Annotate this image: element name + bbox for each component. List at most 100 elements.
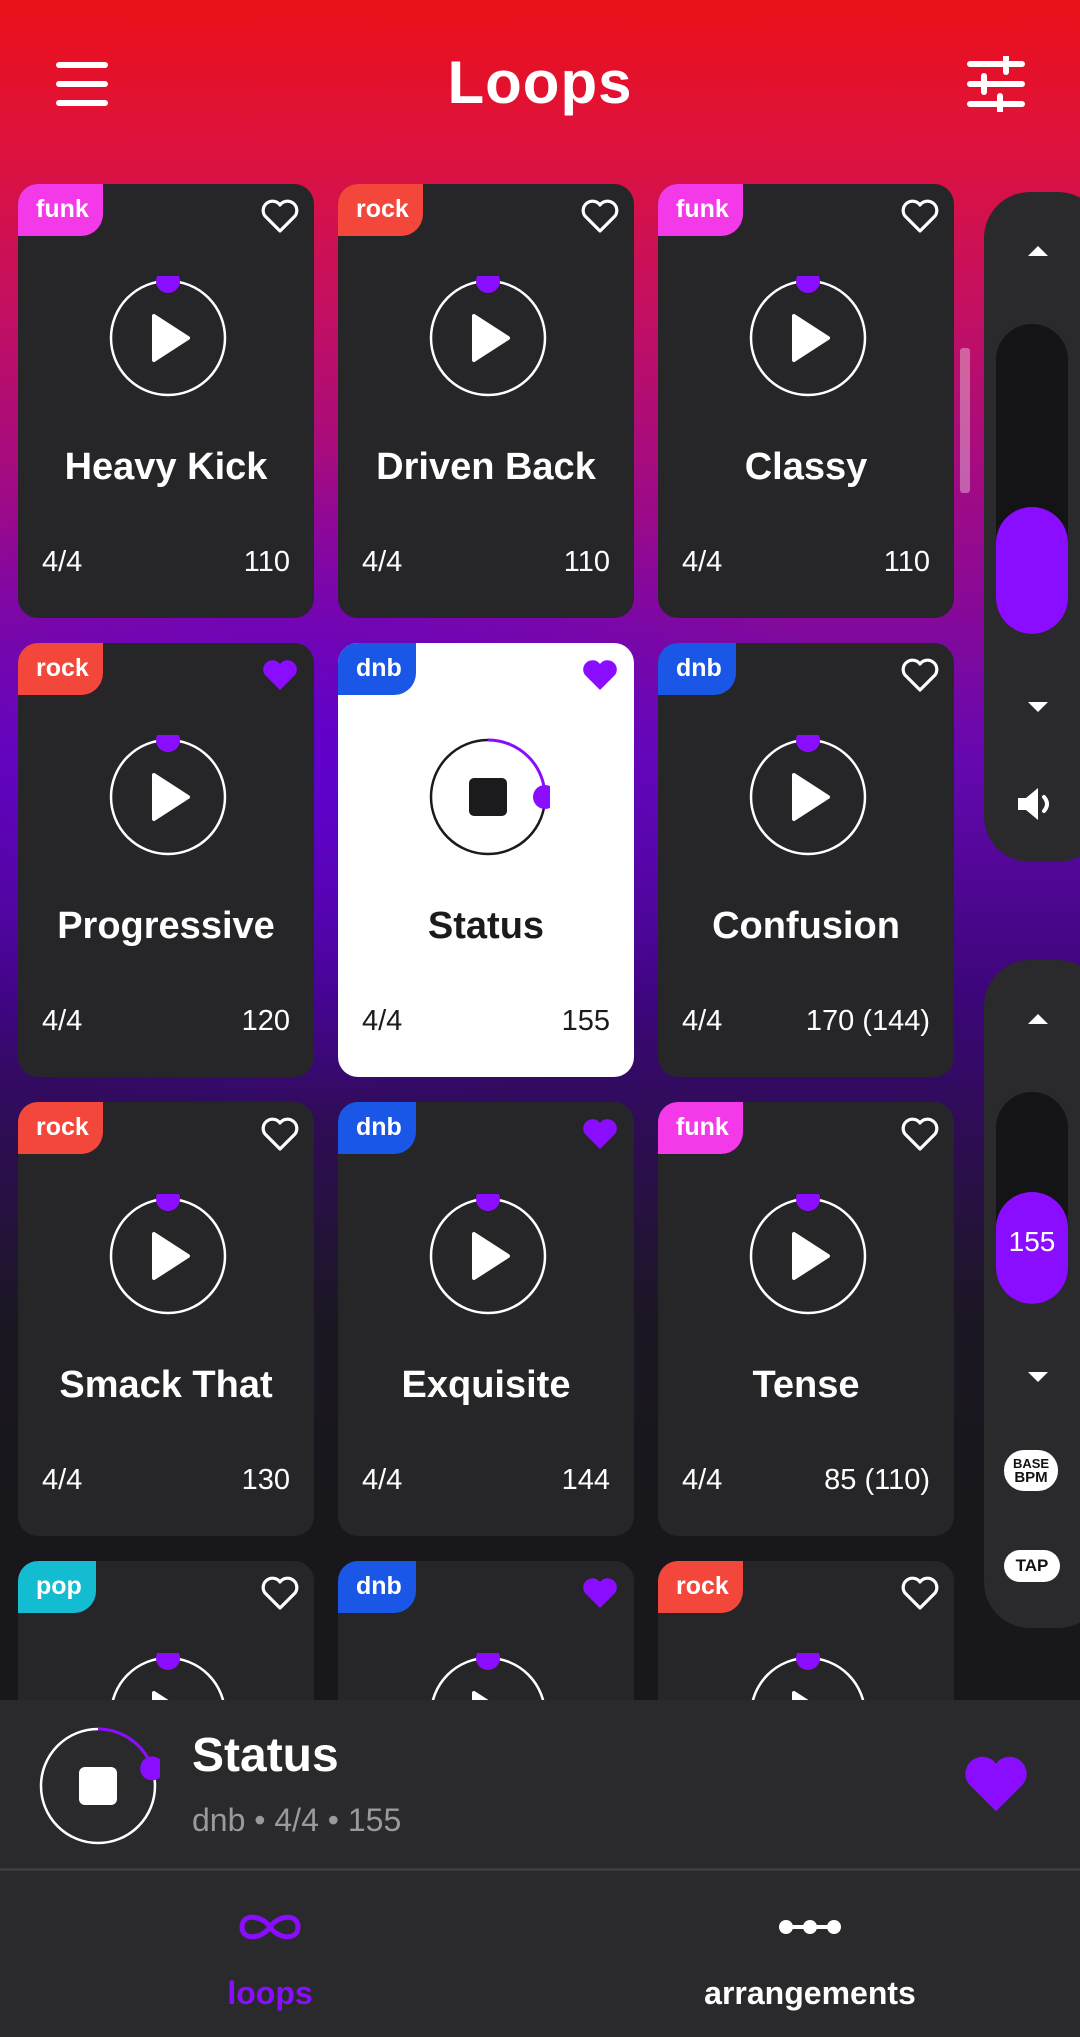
play-button[interactable] xyxy=(746,735,870,859)
infinity-icon xyxy=(239,1914,301,1940)
loop-bpm: 155 xyxy=(561,1005,610,1037)
speaker-icon[interactable] xyxy=(1014,784,1060,824)
loop-card[interactable]: funk Heavy Kick 4/4 110 xyxy=(18,184,314,618)
genre-badge: funk xyxy=(18,184,103,236)
loop-bpm: 130 xyxy=(241,1464,290,1496)
genre-badge: pop xyxy=(18,1561,96,1613)
play-button[interactable] xyxy=(106,1653,230,1700)
base-bpm-button[interactable]: BASE BPM xyxy=(1004,1450,1058,1491)
loop-title: Classy xyxy=(744,446,868,488)
sliders-filter-icon[interactable] xyxy=(966,56,1026,112)
tap-tempo-button[interactable]: TAP xyxy=(1004,1550,1060,1582)
loop-card[interactable]: funk Tense 4/4 85 (110) xyxy=(658,1102,954,1536)
heart-outline-icon[interactable] xyxy=(900,1573,940,1613)
volume-slider-fill xyxy=(996,506,1068,634)
tempo-value: 155 xyxy=(1008,1226,1056,1257)
play-button[interactable] xyxy=(106,735,230,859)
stop-button[interactable] xyxy=(36,1724,160,1848)
heart-filled-icon[interactable] xyxy=(580,655,620,695)
loop-time-signature: 4/4 xyxy=(362,546,403,578)
play-icon xyxy=(152,314,190,362)
loop-card[interactable]: dnb Confusion 4/4 170 (144) xyxy=(658,643,954,1077)
caret-down-icon[interactable] xyxy=(1018,694,1058,718)
genre-badge: dnb xyxy=(658,643,736,695)
loop-title: Driven Back xyxy=(376,446,596,488)
tab-arrangements[interactable]: arrangements xyxy=(540,1871,1080,2037)
genre-badge: dnb xyxy=(338,643,416,695)
heart-outline-icon[interactable] xyxy=(900,1114,940,1154)
play-icon xyxy=(472,1691,489,1700)
genre-badge: funk xyxy=(658,1102,743,1154)
heart-outline-icon[interactable] xyxy=(260,1573,300,1613)
tab-loops-label: loops xyxy=(227,1975,313,2011)
play-button[interactable] xyxy=(106,276,230,400)
loop-title: Progressive xyxy=(57,905,275,947)
loop-card[interactable]: pop xyxy=(18,1561,314,1700)
heart-outline-icon[interactable] xyxy=(260,196,300,236)
play-button[interactable] xyxy=(746,276,870,400)
genre-badge: rock xyxy=(658,1561,743,1613)
heart-filled-icon[interactable] xyxy=(580,1573,620,1613)
play-button[interactable] xyxy=(746,1653,870,1700)
loop-title: Heavy Kick xyxy=(64,446,268,488)
stop-button[interactable] xyxy=(426,735,550,859)
base-bpm-label-top: BASE xyxy=(1012,1456,1050,1471)
loop-bpm: 110 xyxy=(563,546,610,578)
loop-time-signature: 4/4 xyxy=(42,1005,83,1037)
loop-title: Exquisite xyxy=(401,1364,571,1406)
bottom-navigation: loops arrangements xyxy=(0,1871,1080,2037)
volume-slider[interactable] xyxy=(996,324,1068,634)
loop-bpm: 85 (110) xyxy=(824,1464,930,1496)
play-icon xyxy=(792,314,830,362)
loop-card[interactable]: rock Smack That 4/4 130 xyxy=(18,1102,314,1536)
heart-outline-icon[interactable] xyxy=(580,196,620,236)
loop-card[interactable]: dnb xyxy=(338,1561,634,1700)
play-icon xyxy=(472,1232,510,1280)
caret-up-icon[interactable] xyxy=(1018,1008,1058,1032)
play-button[interactable] xyxy=(106,1194,230,1318)
heart-filled-icon[interactable] xyxy=(580,1114,620,1154)
loop-bpm: 110 xyxy=(243,546,290,578)
heart-filled-icon[interactable] xyxy=(962,1752,1030,1816)
now-playing-title: Status xyxy=(192,1729,339,1782)
loop-time-signature: 4/4 xyxy=(682,546,723,578)
genre-badge: rock xyxy=(338,184,423,236)
loop-bpm: 110 xyxy=(883,546,930,578)
play-button[interactable] xyxy=(746,1194,870,1318)
loop-time-signature: 4/4 xyxy=(362,1464,403,1496)
page-title: Loops xyxy=(447,49,633,116)
play-icon xyxy=(792,773,830,821)
heart-outline-icon[interactable] xyxy=(900,196,940,236)
heart-outline-icon[interactable] xyxy=(900,655,940,695)
play-button[interactable] xyxy=(426,1194,550,1318)
play-button[interactable] xyxy=(426,1653,550,1700)
loop-card[interactable]: dnb Status 4/4 155 xyxy=(338,643,634,1077)
loop-card[interactable]: rock Driven Back 4/4 110 xyxy=(338,184,634,618)
loop-time-signature: 4/4 xyxy=(362,1005,403,1037)
play-icon xyxy=(152,1232,190,1280)
loop-card[interactable]: funk Classy 4/4 110 xyxy=(658,184,954,618)
heart-filled-icon[interactable] xyxy=(260,655,300,695)
tempo-slider[interactable] xyxy=(996,1092,1068,1304)
loop-time-signature: 4/4 xyxy=(42,1464,83,1496)
now-playing-bar[interactable]: Status dnb • 4/4 • 155 xyxy=(0,1700,1080,1871)
loop-card[interactable]: rock xyxy=(658,1561,954,1700)
loop-grid: funk Heavy Kick 4/4 110 rock Driven Back 4/4 11… xyxy=(0,170,970,1700)
play-icon xyxy=(152,1691,169,1700)
caret-down-icon[interactable] xyxy=(1018,1364,1058,1388)
loop-title: Smack That xyxy=(59,1364,273,1406)
now-playing-meta: dnb • 4/4 • 155 xyxy=(192,1802,402,1838)
dots-line-icon xyxy=(779,1920,841,1934)
heart-outline-icon[interactable] xyxy=(260,1114,300,1154)
tab-loops[interactable]: loops xyxy=(0,1871,540,2037)
play-icon xyxy=(792,1232,830,1280)
loop-card[interactable]: dnb Exquisite 4/4 144 xyxy=(338,1102,634,1536)
scrollbar-thumb[interactable] xyxy=(960,348,970,493)
loop-title: Status xyxy=(427,905,545,947)
loop-bpm: 144 xyxy=(561,1464,610,1496)
play-button[interactable] xyxy=(426,276,550,400)
caret-up-icon[interactable] xyxy=(1018,240,1058,264)
loop-card[interactable]: rock Progressive 4/4 120 xyxy=(18,643,314,1077)
play-icon xyxy=(792,1691,809,1700)
progress-handle xyxy=(140,1756,160,1781)
